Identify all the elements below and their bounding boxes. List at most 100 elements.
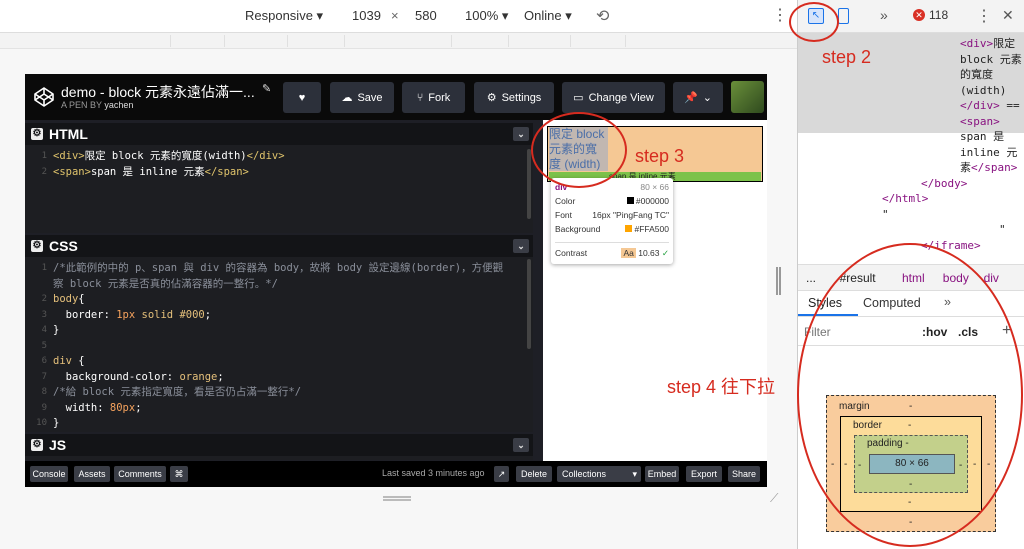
code-token: span 是 inline 元素: [90, 165, 205, 178]
code-text: <span>span 是 inline 元素</span>: [53, 165, 249, 181]
device-toolbar-icon[interactable]: [838, 8, 849, 24]
error-count[interactable]: 118: [929, 8, 948, 22]
code-line: 4}: [25, 323, 533, 339]
shortcuts-button[interactable]: ⌘: [170, 466, 188, 482]
line-number: 8: [41, 387, 47, 397]
avatar[interactable]: [731, 81, 764, 113]
codepen-footer: Console Assets Comments ⌘ Last saved 3 m…: [25, 461, 767, 487]
gear-icon[interactable]: ⚙: [31, 128, 43, 140]
fork-button[interactable]: ⑂ Fork: [402, 82, 465, 113]
caret-down-icon: ▾: [632, 468, 637, 479]
dom-node-line[interactable]: <span>: [798, 114, 1022, 130]
save-label: Save: [357, 91, 383, 104]
dom-node-line[interactable]: 的寬度: [798, 67, 1022, 83]
edit-title-icon[interactable]: ✎: [262, 82, 271, 95]
gear-icon[interactable]: ⚙: [31, 439, 43, 451]
code-token: </div>: [246, 150, 285, 162]
inspect-tooltip: div 80 × 66 Color #000000 Font 16px "PingF…: [551, 178, 673, 264]
rotate-icon[interactable]: ⟲: [596, 6, 609, 26]
heart-icon: ♥: [298, 91, 306, 104]
export-button[interactable]: Export: [686, 466, 722, 482]
console-button[interactable]: Console: [30, 466, 68, 482]
html-scrollbar[interactable]: [527, 149, 531, 219]
dom-token: </span>: [971, 161, 1018, 174]
network-select[interactable]: Online ▾: [524, 8, 572, 24]
save-button[interactable]: ☁ Save: [330, 82, 394, 113]
code-text: /*此範例的中的 p、span 與 div 的容器為 body，故將 body …: [53, 261, 503, 277]
dom-node-line[interactable]: 素</span>: [798, 160, 1022, 176]
share-button[interactable]: Share: [728, 466, 760, 482]
resize-corner-icon[interactable]: ⟋: [770, 492, 782, 504]
chevron-down-icon[interactable]: ⌄: [513, 438, 529, 452]
html-code-editor[interactable]: 1 <div>限定 block 元素的寬度(width)</div> 2 <span>…: [25, 145, 533, 180]
code-token: ;: [204, 308, 212, 321]
code-line: 10}: [25, 416, 533, 432]
dom-token: 的寬度: [960, 68, 993, 81]
code-token: body: [53, 293, 79, 305]
codepen-logo-icon[interactable]: [33, 86, 55, 108]
fork-label: Fork: [428, 91, 451, 104]
chevron-down-icon[interactable]: ⌄: [513, 127, 529, 141]
gear-icon[interactable]: ⚙: [31, 240, 43, 252]
dom-node-line[interactable]: </div> ==: [798, 98, 1022, 114]
dom-node-line[interactable]: </html>: [798, 191, 1022, 207]
delete-button[interactable]: Delete: [516, 466, 552, 482]
viewport-bottom-handle[interactable]: [383, 496, 411, 501]
tooltip-color-value: #000000: [626, 196, 669, 210]
devtools-menu-icon[interactable]: ⋮: [976, 6, 992, 26]
dom-node-line[interactable]: span 是: [798, 129, 1022, 145]
change-view-button[interactable]: ▭ Change View: [562, 82, 665, 113]
dom-node-line[interactable]: </body>: [798, 176, 1022, 192]
code-token: solid #000: [135, 308, 205, 321]
open-external-icon[interactable]: ↗: [494, 466, 509, 482]
author-link[interactable]: yachen: [104, 100, 133, 110]
code-text: div {: [53, 354, 85, 370]
pin-button[interactable]: 📌 ⌄: [673, 82, 723, 113]
chevron-down-icon[interactable]: ⌄: [513, 239, 529, 253]
dom-token: </div>: [960, 99, 1000, 112]
error-icon: ✕: [913, 9, 925, 21]
dom-node-line[interactable]: ": [798, 207, 1022, 223]
comments-button[interactable]: Comments: [114, 466, 166, 482]
code-token: }: [53, 417, 60, 429]
code-text: border: 1px solid #000;: [53, 308, 211, 324]
dom-node-line[interactable]: (width): [798, 83, 1022, 99]
width-input[interactable]: 1039: [352, 8, 381, 23]
more-options-icon[interactable]: ⋮: [772, 5, 788, 25]
embed-button[interactable]: Embed: [645, 466, 679, 482]
js-panel-header: ⚙ JS ⌄: [25, 434, 533, 456]
more-tabs-icon[interactable]: »: [880, 7, 888, 23]
dom-node-line[interactable]: inline 元: [798, 145, 1022, 161]
dom-tree-lines[interactable]: <div>限定 block 元素 的寬度 (width) </div> == <span>…: [798, 36, 1022, 253]
step2-annotation: step 2: [822, 47, 872, 67]
close-icon[interactable]: ✕: [1002, 7, 1014, 24]
breadcrumb-0[interactable]: ...: [806, 271, 816, 285]
dom-token: ==: [999, 99, 1020, 112]
line-number: [25, 277, 53, 293]
pen-title[interactable]: demo - block 元素永遠佔滿一...: [61, 82, 255, 102]
code-line: 7 background-color: orange;: [25, 370, 533, 386]
css-scrollbar[interactable]: [527, 259, 531, 349]
love-button[interactable]: ♥: [283, 82, 321, 113]
device-toolbar: Responsive ▾ 1039 × 580 100% ▾ Online ▾ …: [0, 0, 797, 33]
css-code-editor[interactable]: 1 /*此範例的中的 p、span 與 div 的容器為 body，故將 body…: [25, 257, 533, 432]
settings-button[interactable]: ⚙ Settings: [474, 82, 554, 113]
tooltip-font-label: Font: [555, 210, 573, 220]
viewport-resize-handle[interactable]: [776, 267, 781, 295]
tooltip-contrast-label: Contrast: [555, 248, 588, 258]
dom-node-line[interactable]: ": [798, 222, 1022, 238]
css-panel-header: ⚙ CSS ⌄: [25, 235, 533, 257]
height-input[interactable]: 580: [415, 8, 437, 23]
tooltip-contrast-value: Aa 10.63 ✓: [621, 248, 669, 259]
code-token: ;: [135, 401, 142, 414]
collections-label: Collections: [562, 469, 607, 479]
zoom-select[interactable]: 100% ▾: [465, 8, 508, 24]
code-token: 80px: [109, 401, 136, 414]
assets-button[interactable]: Assets: [74, 466, 110, 482]
collections-button[interactable]: Collections ▾: [557, 466, 641, 482]
device-mode-select[interactable]: Responsive ▾: [245, 8, 323, 24]
codepen-editor: demo - block 元素永遠佔滿一... ✎ A PEN BY yache…: [25, 74, 767, 487]
contrast-ratio: 10.63: [638, 248, 660, 258]
code-line: 5: [25, 339, 533, 355]
code-token: }: [53, 324, 60, 336]
